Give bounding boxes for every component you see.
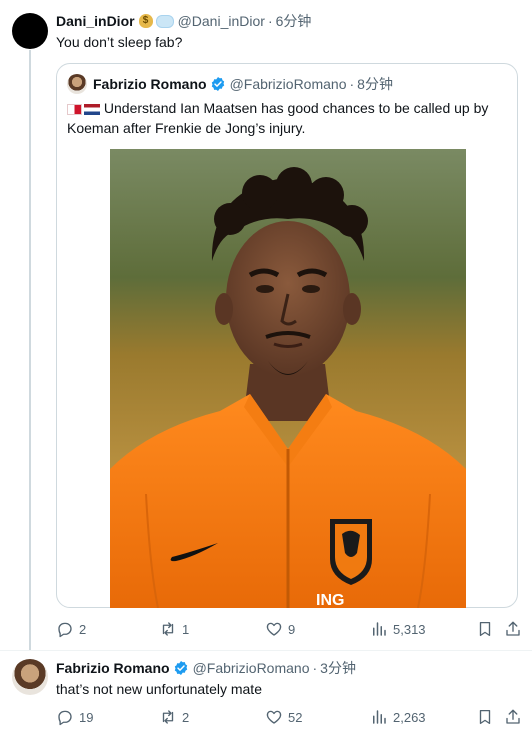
author-handle[interactable]: @Dani_inDior [178, 12, 265, 30]
reply-icon [58, 710, 72, 726]
author-handle[interactable]: @FabrizioRomano [193, 659, 310, 677]
tweet-header: Dani_inDior $ @Dani_inDior · 6分钟 [56, 12, 311, 30]
author-name[interactable]: Fabrizio Romano [56, 659, 170, 677]
like-button[interactable]: 9 [265, 620, 295, 638]
avatar [67, 74, 87, 94]
reply-icon [58, 622, 72, 638]
share-icon [506, 621, 520, 636]
quoted-tweet-header: Fabrizio Romano @FabrizioRomano · 8分钟 [93, 75, 393, 93]
like-count: 52 [288, 709, 303, 725]
like-button[interactable]: 52 [265, 708, 302, 726]
netherlands-flag-icon [84, 103, 100, 115]
malta-flag-icon [67, 103, 82, 115]
bookmark-button[interactable] [476, 620, 499, 638]
share-button[interactable] [504, 620, 527, 638]
avatar[interactable] [12, 659, 48, 695]
verified-badge-icon [174, 661, 187, 675]
bookmark-icon [479, 709, 491, 725]
quoted-tweet-body: Understand Ian Maatsen has good chances … [67, 100, 489, 136]
jersey-sponsor-text: ING [316, 592, 344, 608]
tweet-photo[interactable]: ING [110, 149, 466, 608]
author-name[interactable]: Dani_inDior [56, 12, 135, 30]
thought-bubble-icon [155, 14, 174, 28]
view-count: 5,313 [393, 621, 426, 637]
timestamp[interactable]: 3分钟 [320, 659, 356, 677]
money-bag-icon: $ [138, 14, 153, 28]
reply-button[interactable]: 2 [56, 620, 86, 638]
verified-badge-icon [211, 77, 224, 91]
reply-count: 2 [79, 621, 87, 637]
thread-connector-line [29, 50, 31, 650]
tweet-text: that’s not new unfortunately mate [56, 681, 262, 697]
tweet-text: You don’t sleep fab? [56, 34, 183, 50]
quoted-tweet-text: Understand Ian Maatsen has good chances … [67, 98, 507, 138]
author-name: Fabrizio Romano [93, 76, 207, 92]
separator-dot: · [349, 76, 355, 92]
timestamp[interactable]: 6分钟 [276, 12, 312, 30]
views-chart-icon [373, 622, 386, 636]
author-handle: @FabrizioRomano [229, 76, 347, 92]
player-photo-illustration: ING [110, 149, 466, 608]
views-chart-icon [373, 710, 386, 724]
heart-icon [266, 710, 282, 724]
share-button[interactable] [504, 708, 527, 726]
like-count: 9 [288, 621, 296, 637]
reply-count: 19 [79, 709, 94, 725]
avatar[interactable] [12, 13, 48, 49]
retweet-count: 1 [182, 621, 190, 637]
bookmark-button[interactable] [476, 708, 499, 726]
retweet-icon [162, 622, 174, 636]
views-button[interactable]: 2,263 [370, 708, 426, 726]
heart-icon [266, 622, 282, 636]
tweet-divider [0, 650, 532, 651]
retweet-button[interactable]: 1 [159, 620, 189, 638]
reply-button[interactable]: 19 [56, 708, 93, 726]
share-icon [506, 709, 520, 724]
retweet-count: 2 [182, 709, 190, 725]
view-count: 2,263 [393, 709, 426, 725]
retweet-icon [162, 710, 174, 724]
views-button[interactable]: 5,313 [370, 620, 426, 638]
bookmark-icon [479, 621, 491, 637]
retweet-button[interactable]: 2 [159, 708, 189, 726]
timestamp: 8分钟 [357, 76, 393, 92]
separator-dot: · [312, 660, 318, 676]
tweet-header: Fabrizio Romano @FabrizioRomano · 3分钟 [56, 659, 356, 677]
separator-dot: · [267, 13, 273, 29]
